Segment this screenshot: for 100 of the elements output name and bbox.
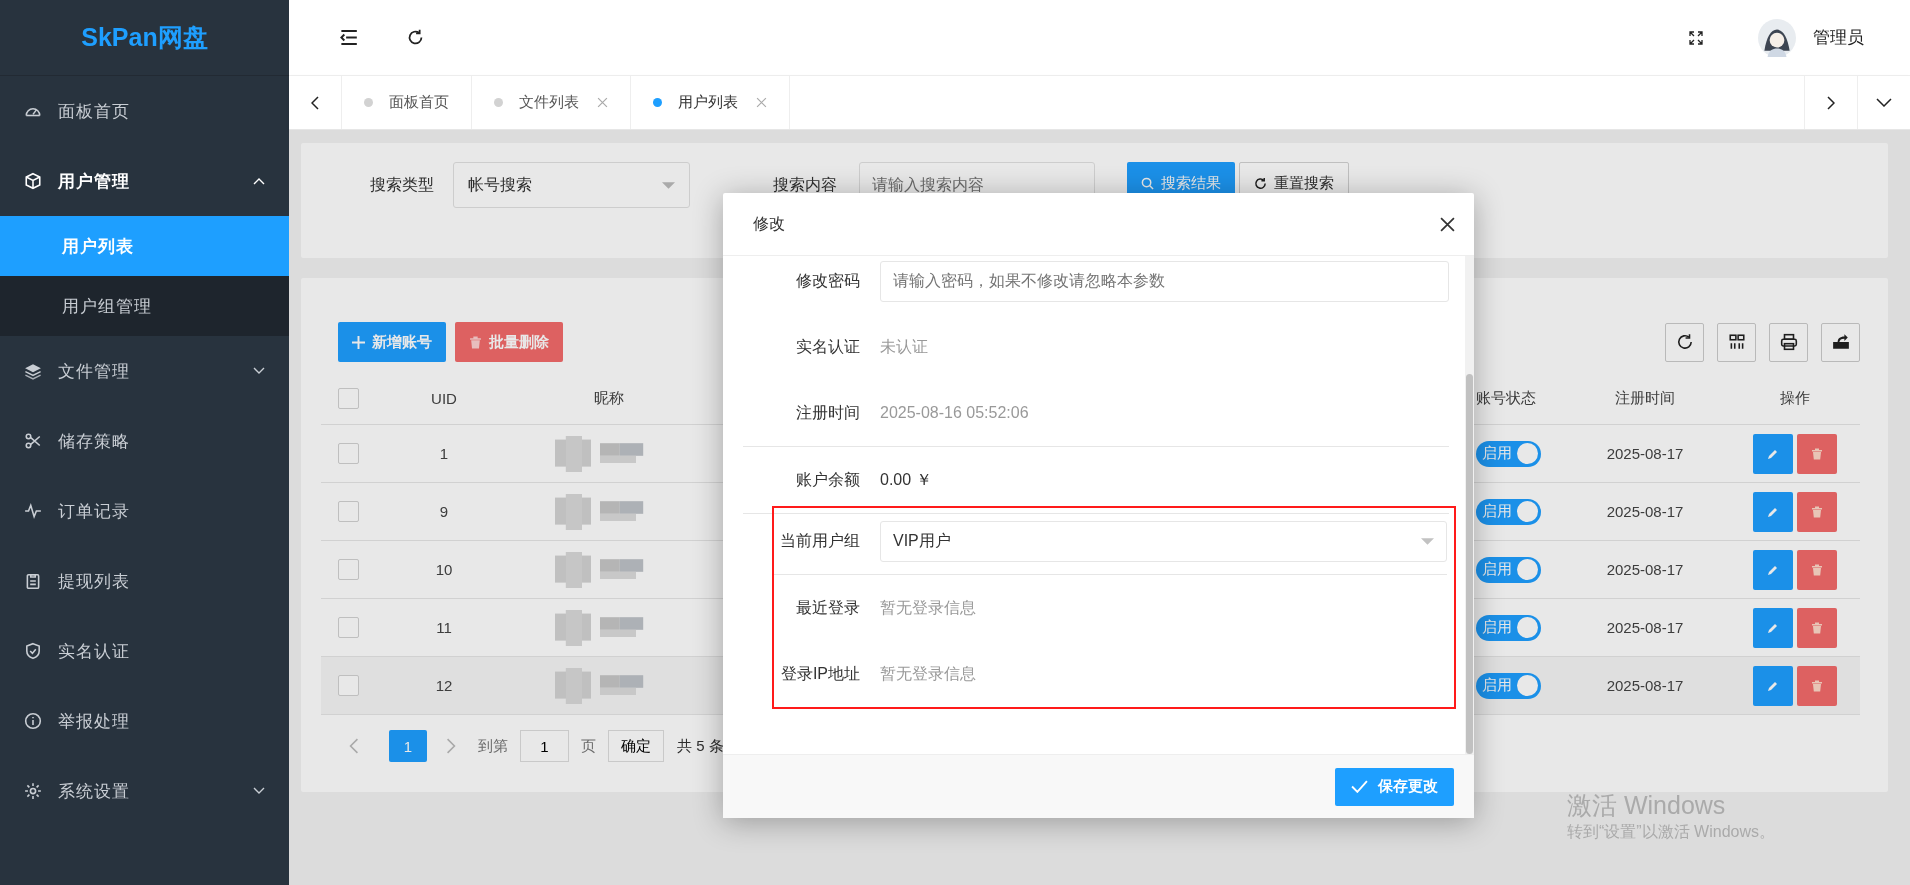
page-input[interactable]: 1 [520,730,569,762]
row-checkbox[interactable] [338,559,359,580]
sidebar-item[interactable]: 实名认证 [0,616,289,686]
user-name[interactable]: 管理员 [1813,26,1864,49]
previous-page-icon[interactable] [349,738,359,754]
total-count: 共 5 条 [677,736,724,756]
delete-button[interactable] [1797,607,1837,648]
sidebar-item[interactable]: 系统设置 [0,756,289,826]
page-tab[interactable]: 面板首页 [342,76,472,129]
columns-button[interactable] [1717,322,1756,362]
dot-icon [364,98,373,107]
row-checkbox[interactable] [338,501,359,522]
fullscreen-icon[interactable] [1688,29,1704,46]
shield-icon [24,642,42,660]
trash-icon [1811,563,1823,576]
trash-icon [1811,679,1823,692]
search-type-select[interactable]: 帐号搜索 [453,162,690,208]
date-cell: 2025-08-17 [1606,561,1684,578]
sidebar-item[interactable]: 储存策略 [0,406,289,476]
column-header: 注册时间 [1615,388,1675,406]
field-label: 注册时间 [795,402,860,423]
export-icon [1831,333,1850,351]
close-icon[interactable] [1440,216,1455,232]
sidebar-item[interactable]: 订单记录 [0,476,289,546]
dropdown-icon [662,181,675,189]
row-checkbox[interactable] [338,443,359,464]
field-value: 未认证 [880,336,928,357]
goto-label: 到第 [478,736,508,756]
chevron-left-icon [311,95,319,110]
row-checkbox[interactable] [338,617,359,638]
trash-icon [1811,621,1823,634]
page-tab[interactable]: 用户列表 [631,76,790,129]
dropdown-icon [1421,537,1434,545]
sidebar-item[interactable]: 用户组管理 [0,276,289,336]
date-cell: 2025-08-17 [1606,677,1684,694]
sidebar-item[interactable]: 提现列表 [0,546,289,616]
trash-icon [469,335,482,349]
password-input[interactable]: 请输入密码，如果不修改请忽略本参数 [880,260,1449,302]
column-header: UID [431,389,457,407]
edit-button[interactable] [1753,607,1793,648]
sidebar-item[interactable]: 文件管理 [0,336,289,406]
refresh-icon[interactable] [406,28,425,47]
edit-button[interactable] [1753,491,1793,532]
confirm-button[interactable]: 确定 [608,730,664,762]
pencil-icon [1767,679,1779,692]
edit-button[interactable] [1753,665,1793,706]
info-icon [24,712,42,730]
gear-icon [24,782,42,800]
caret-icon [253,787,265,795]
pulse-icon [24,502,42,520]
uid-cell: 10 [435,561,453,578]
chevron-down-icon [1876,98,1892,107]
row-checkbox[interactable] [338,675,359,696]
field-value: 0.00 ￥ [880,469,932,490]
dialog-title: 修改 [753,213,785,234]
refresh-icon [1254,176,1267,190]
refresh-button[interactable] [1665,322,1704,362]
field-label: 修改密码 [795,270,860,291]
clipboard-icon [24,572,42,590]
print-button[interactable] [1769,322,1808,362]
delete-button[interactable] [1797,665,1837,706]
pencil-icon [1767,447,1779,460]
field-label: 最近登录 [795,597,860,618]
date-cell: 2025-08-17 [1606,445,1684,462]
user-group-select[interactable]: VIP用户 [880,520,1447,562]
avatar[interactable] [1758,18,1796,57]
cube-icon [24,172,42,190]
delete-button[interactable] [1797,491,1837,532]
delete-button[interactable] [1797,549,1837,590]
uid-cell: 11 [436,619,452,636]
search-icon [1141,176,1154,190]
export-button[interactable] [1821,322,1860,362]
sidebar-item[interactable]: 举报处理 [0,686,289,756]
refresh-icon [1675,333,1694,351]
field-label: 当前用户组 [779,530,860,551]
sidebar-item[interactable]: 面板首页 [0,76,289,146]
field-value: 2025-08-16 05:52:06 [880,404,1029,422]
search-content-label: 搜索内容 [773,175,837,195]
caret-icon [253,367,265,375]
uid-cell: 1 [439,445,449,462]
delete-button[interactable] [1797,433,1837,474]
date-cell: 2025-08-17 [1606,503,1684,520]
page-tab[interactable]: 文件列表 [472,76,631,129]
edit-button[interactable] [1753,549,1793,590]
edit-button[interactable] [1753,433,1793,474]
field-label: 登录IP地址 [779,663,860,684]
field-label: 账户余额 [795,469,860,490]
field-value: 暂无登录信息 [880,597,976,618]
column-header: 操作 [1780,388,1810,406]
next-page-icon[interactable] [446,738,456,754]
dot-icon [653,98,662,107]
layers-icon [24,362,42,380]
sidebar-item[interactable]: 用户管理 [0,146,289,216]
column-header: 昵称 [594,388,624,406]
trash-icon [1811,505,1823,518]
select-all-checkbox[interactable] [338,387,359,409]
scissors-icon [24,432,42,450]
scrollbar-thumb[interactable] [1466,374,1473,754]
printer-icon [1779,333,1798,351]
menu-fold-icon[interactable] [339,28,358,47]
